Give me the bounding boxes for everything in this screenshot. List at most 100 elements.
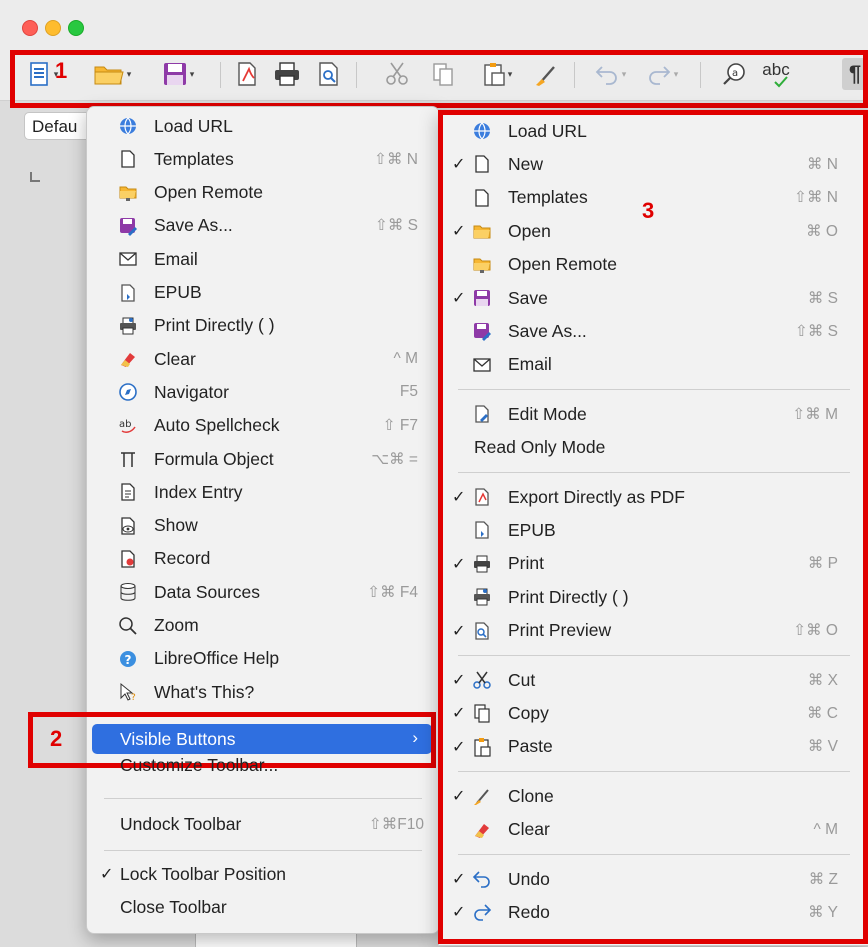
menu-item-label: Print Directly ( ) [154,315,275,336]
context-menu-item-save-as[interactable]: Save As... ⇧⌘ S [118,211,418,241]
menu-item-shortcut: ⇧⌘ O [793,622,838,640]
customize-toolbar-menu-item[interactable]: Customize Toolbar... [120,755,420,781]
close-toolbar-menu-item[interactable]: Close Toolbar [120,892,420,922]
context-menu-item-email[interactable]: Email [118,244,418,274]
visible-button-item-load-url[interactable]: Load URL [452,116,838,146]
undo-icon [472,869,492,889]
visible-buttons-menu-item[interactable]: Visible Buttons › [92,724,432,754]
remote-folder-icon [472,255,492,275]
menu-item-label: Clone [508,785,554,806]
paste-icon[interactable]: ▾ [474,58,520,90]
context-menu-item-data-sources[interactable]: Data Sources ⇧⌘ F4 [118,577,418,607]
context-menu-item-formula-object[interactable]: Formula Object ⌥⌘ = [118,444,418,474]
menu-item-label: Load URL [508,120,587,141]
context-menu-item-load-url[interactable]: Load URL [118,111,418,141]
menu-item-shortcut: ⇧⌘ F4 [367,583,418,601]
magnifier-icon [118,616,138,636]
menu-item-label: Clear [154,348,196,369]
paragraph-style-box[interactable]: Defau [24,112,94,140]
context-menu-item-zoom[interactable]: Zoom [118,611,418,641]
visible-button-item-print[interactable]: ✓ Print ⌘ P [452,549,838,579]
lock-toolbar-position-menu-item[interactable]: ✓ Lock Toolbar Position [100,859,420,889]
menu-item-label: Open Remote [508,254,617,275]
context-menu-item-what-s-this[interactable]: ? What's This? [118,677,418,707]
visible-button-item-epub[interactable]: EPUB [452,515,838,545]
chevron-right-icon: › [412,728,418,747]
epub-icon [472,520,492,540]
visible-button-item-clear[interactable]: Clear ^ M [452,815,838,845]
menu-item-label: Record [154,548,211,569]
cut-icon[interactable] [382,58,412,90]
context-menu-item-navigator[interactable]: Navigator F5 [118,377,418,407]
context-menu-item-index-entry[interactable]: Index Entry [118,477,418,507]
menu-item-shortcut: ^ M [813,820,839,838]
formatting-marks-icon[interactable]: ¶ [842,58,868,90]
context-menu-item-record[interactable]: Record [118,544,418,574]
zoom-window-button[interactable] [68,20,84,36]
visible-button-item-copy[interactable]: ✓ Copy ⌘ C [452,698,838,728]
ruler-tab-stop [30,172,40,182]
visible-button-item-new[interactable]: ✓ New ⌘ N [452,149,838,179]
print-preview-icon[interactable] [314,58,344,90]
context-menu-item-clear[interactable]: Clear ^ M [118,344,418,374]
menu-item-label: Save As... [154,215,233,236]
visible-button-item-redo[interactable]: ✓ Redo ⌘ Y [452,897,838,927]
context-menu-item-print-directly[interactable]: Print Directly ( ) [118,311,418,341]
annotation-number-2: 2 [50,726,63,751]
context-menu-item-auto-spellcheck[interactable]: ab Auto Spellcheck ⇧ F7 [118,411,418,441]
lock-toolbar-position-label: Lock Toolbar Position [120,863,287,884]
close-window-button[interactable] [22,20,38,36]
svg-text:?: ? [131,693,136,702]
visible-button-item-save-as[interactable]: Save As... ⇧⌘ S [452,316,838,346]
checkmark-icon: ✓ [100,866,114,883]
visible-button-item-read-only-mode[interactable]: Read Only Mode [452,433,838,463]
menu-item-label: Data Sources [154,581,261,602]
menu-separator [458,771,850,773]
export-pdf-icon[interactable] [232,58,262,90]
visible-button-item-save[interactable]: ✓ Save ⌘ S [452,283,838,313]
menu-item-label: Read Only Mode [474,437,606,458]
undo-icon[interactable]: ▾ [590,58,630,90]
spellcheck-icon[interactable]: abc [756,58,796,90]
minimize-window-button[interactable] [45,20,61,36]
menu-item-shortcut: ⌘ P [807,555,838,573]
menu-item-label: Auto Spellcheck [154,415,280,436]
context-menu-item-open-remote[interactable]: Open Remote [118,178,418,208]
visible-button-item-open-remote[interactable]: Open Remote [452,250,838,280]
menu-separator [458,472,850,473]
menu-item-label: Navigator [154,381,229,402]
visible-button-item-clone[interactable]: ✓ Clone [452,781,838,811]
print-preview-icon [472,621,492,641]
menu-item-label: Print [508,553,544,574]
menu-item-label: EPUB [154,282,202,302]
visible-button-item-undo[interactable]: ✓ Undo ⌘ Z [452,864,838,894]
visible-button-item-paste[interactable]: ✓ Paste ⌘ V [452,732,838,762]
menu-item-label: Clear [508,819,550,840]
visible-button-item-edit-mode[interactable]: Edit Mode ⇧⌘ M [452,399,838,429]
redo-icon[interactable]: ▾ [642,58,682,90]
eraser-icon [472,820,492,840]
open-folder-icon[interactable]: ▾ [86,58,138,90]
copy-icon[interactable] [428,58,458,90]
save-icon[interactable]: ▾ [150,58,206,90]
visible-button-item-print-preview[interactable]: ✓ Print Preview ⇧⌘ O [452,616,838,646]
checkmark-icon: ✓ [452,871,466,888]
menu-item-label: What's This? [154,681,255,702]
visible-button-item-cut[interactable]: ✓ Cut ⌘ X [452,665,838,695]
find-replace-icon[interactable]: a [720,58,750,90]
menu-item-label: Copy [508,702,549,723]
visible-button-item-email[interactable]: Email [452,350,838,380]
svg-text:?: ? [125,653,132,667]
context-menu-item-show[interactable]: Show [118,511,418,541]
visible-button-item-export-directly-as-pdf[interactable]: ✓ Export Directly as PDF [452,482,838,512]
visible-button-item-print-directly[interactable]: Print Directly ( ) [452,582,838,612]
context-menu-item-epub[interactable]: EPUB [118,278,418,308]
context-menu-item-libreoffice-help[interactable]: ? LibreOffice Help [118,644,418,674]
save-as-icon [118,216,138,236]
undock-toolbar-menu-item[interactable]: Undock Toolbar ⇧⌘F10 [120,809,424,839]
print-icon[interactable] [270,58,304,90]
context-menu-item-templates[interactable]: Templates ⇧⌘ N [118,144,418,174]
clone-formatting-icon[interactable] [532,58,562,90]
menu-item-label: Templates [508,187,588,208]
globe-icon [118,116,138,136]
